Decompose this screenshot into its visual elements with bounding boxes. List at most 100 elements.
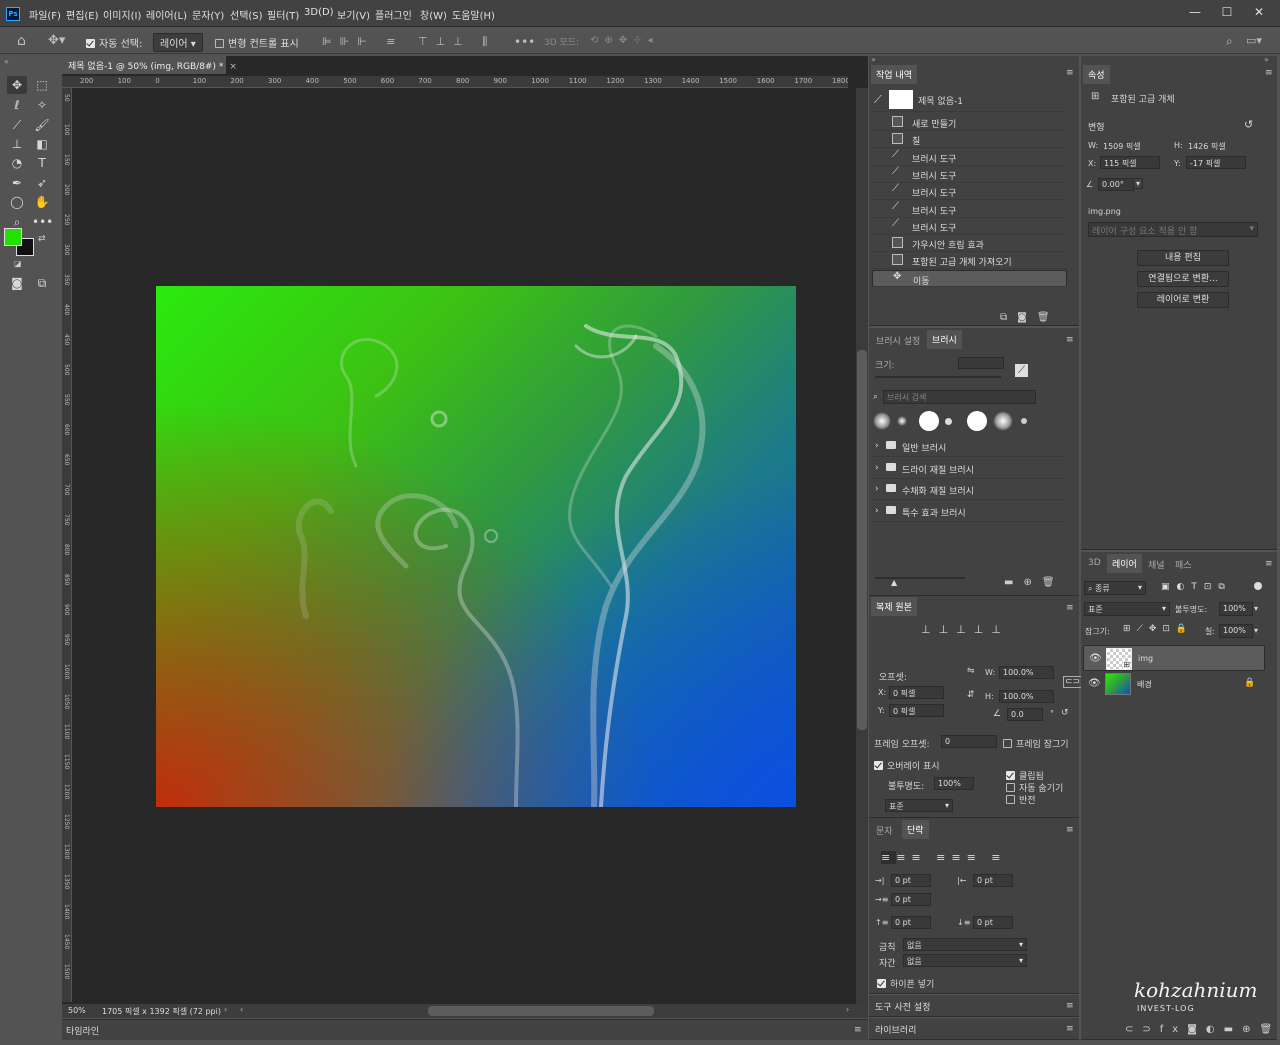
menu-help[interactable]: 도움말(H) xyxy=(452,7,495,22)
menu-type[interactable]: 문자(Y) xyxy=(192,7,224,22)
brush-settings-tab[interactable]: 브러시 설정 xyxy=(876,334,920,347)
stamp-tool-icon[interactable]: ⊥ xyxy=(7,135,27,153)
menu-file[interactable]: 파일(F) xyxy=(29,7,61,22)
pen-tool-icon[interactable]: ✒ xyxy=(7,174,27,192)
scroll-right-icon[interactable]: › xyxy=(846,1005,849,1014)
search-icon[interactable]: ⌕ xyxy=(1226,34,1233,49)
offset-y-field[interactable]: 0 픽셀 xyxy=(889,704,944,717)
auto-select-dropdown[interactable]: 레이어 ▾ xyxy=(153,33,203,52)
show-overlay-checkbox[interactable]: 오버레이 표시 xyxy=(874,759,940,772)
brush-presets-row[interactable] xyxy=(871,410,1035,434)
space-after-field[interactable]: 0 pt xyxy=(973,916,1013,929)
tool-presets-label[interactable]: 도구 사전 설정 xyxy=(875,1000,930,1013)
history-item[interactable]: ⟋ 브러시 도구 xyxy=(872,166,1067,183)
paragraph-align-icons[interactable]: ≡≡≡ ≡≡≡ ≡ xyxy=(881,851,1007,864)
rotation-field[interactable]: 0.00° xyxy=(1098,178,1134,191)
timeline-label[interactable]: 타임라인 xyxy=(66,1027,99,1037)
hyphenate-checkbox[interactable]: 하이픈 넣기 xyxy=(877,977,934,990)
brush-folder-item[interactable]: › 수채화 재질 브러시 xyxy=(872,479,1067,501)
brush-footer-icons[interactable]: ▬⊕🗑 xyxy=(1004,577,1065,588)
transform-controls-checkbox[interactable]: 변형 컨트롤 표시 xyxy=(215,35,299,50)
chevron-right-icon[interactable]: › xyxy=(875,506,879,516)
panel-expand-icon[interactable]: » xyxy=(1264,55,1269,64)
offset-x-field[interactable]: 0 픽셀 xyxy=(889,686,944,699)
collapse-toolbar-icon[interactable]: « xyxy=(4,57,9,66)
align-icons[interactable]: ⊫⊪⊩ ≡ xyxy=(322,35,403,48)
flip-horizontal-icon[interactable]: ⇋ xyxy=(967,666,975,676)
menu-edit[interactable]: 편집(E) xyxy=(66,7,99,22)
frame-offset-field[interactable]: 0 xyxy=(941,735,997,748)
lock-icons[interactable]: ⊞⟋✥⊡🔒 xyxy=(1123,624,1193,634)
more-tools-icon[interactable]: ••• xyxy=(32,213,53,231)
clone-height-field[interactable]: 100.0% xyxy=(999,690,1054,703)
scroll-left-icon[interactable]: ‹ xyxy=(240,1005,243,1014)
edit-contents-button[interactable]: 내용 편집 xyxy=(1137,250,1229,266)
layers-menu-icon[interactable]: ≡ xyxy=(1265,559,1273,569)
layer-row-img[interactable]: 👁 ⊞ img xyxy=(1083,645,1265,671)
tiny-brush-preset[interactable] xyxy=(1021,418,1027,424)
brush-menu-icon[interactable]: ≡ xyxy=(1066,335,1074,345)
menu-plugins[interactable]: 플러그인 xyxy=(375,7,412,22)
reset-transform-icon[interactable]: ↺ xyxy=(1061,708,1069,718)
properties-menu-icon[interactable]: ≡ xyxy=(1265,68,1273,78)
swap-colors-icon[interactable]: ⇄ xyxy=(38,234,46,244)
layer-opacity-field[interactable]: 100% xyxy=(1219,602,1253,616)
hard-brush-preset[interactable] xyxy=(919,411,939,431)
minimize-icon[interactable]: — xyxy=(1186,4,1204,20)
tool-presets-menu-icon[interactable]: ≡ xyxy=(1066,1001,1074,1011)
overlay-blend-dropdown[interactable]: 표준 ▾ xyxy=(885,799,953,812)
history-item[interactable]: ⟋ 브러시 도구 xyxy=(872,183,1067,201)
clone-angle-field[interactable]: 0.0 xyxy=(1007,708,1043,721)
maximize-icon[interactable]: ☐ xyxy=(1218,4,1236,20)
default-colors-icon[interactable]: ◪ xyxy=(14,259,22,268)
history-tab[interactable]: 작업 내역 xyxy=(871,65,917,84)
vertical-scroll-thumb[interactable] xyxy=(857,350,867,730)
brush-search-input[interactable]: 브러시 검색 xyxy=(883,390,1036,404)
brush-tool-icon[interactable]: 🖌 xyxy=(32,116,52,134)
more-options-icon[interactable]: ••• xyxy=(514,35,535,49)
chevron-right-icon[interactable]: › xyxy=(875,484,879,494)
layers-tab[interactable]: 레이어 xyxy=(1107,554,1142,573)
brush-preview-slider[interactable] xyxy=(875,577,965,579)
foreground-color-swatch[interactable] xyxy=(4,228,22,246)
overlay-opacity-field[interactable]: 100% xyxy=(934,777,974,790)
ellipse-tool-icon[interactable]: ◯ xyxy=(7,193,27,211)
slider-handle-icon[interactable]: ▲ xyxy=(891,578,897,587)
move-tool-icon[interactable]: ✥ xyxy=(7,76,27,94)
space-before-field[interactable]: 0 pt xyxy=(891,916,931,929)
x-field[interactable]: 115 픽셀 xyxy=(1100,156,1160,169)
status-menu-icon[interactable]: › xyxy=(224,1005,227,1014)
brush-folder-item[interactable]: › 일반 브러시 xyxy=(872,436,1067,457)
layer-comp-dropdown[interactable]: 레이어 구성 요소 적용 안 함 ▾ xyxy=(1088,222,1258,237)
canvas-image[interactable] xyxy=(156,286,796,807)
brush-size-field[interactable] xyxy=(958,357,1004,369)
panel-collapse-icon[interactable]: » xyxy=(871,55,876,64)
history-item[interactable]: ⟋ 브러시 도구 xyxy=(872,201,1067,218)
home-icon[interactable]: ⌂ xyxy=(17,33,26,49)
flip-vertical-icon[interactable]: ⇵ xyxy=(967,690,975,700)
brush-preview-icon[interactable]: ⟋ xyxy=(1015,364,1028,377)
hard-small-brush-preset[interactable] xyxy=(945,418,952,425)
brush-folder-item[interactable]: › 드라이 재질 브러시 xyxy=(872,458,1067,479)
eyedropper-tool-icon[interactable]: ⟋ xyxy=(7,116,27,134)
paths-tab[interactable]: 패스 xyxy=(1175,558,1192,571)
history-menu-icon[interactable]: ≡ xyxy=(1066,68,1074,78)
auto-select-checkbox[interactable]: 자동 선택: xyxy=(86,35,142,50)
timeline-menu-icon[interactable]: ≡ xyxy=(854,1025,862,1035)
history-brush-source-icon[interactable]: ⟋ xyxy=(874,93,882,107)
fill-field[interactable]: 100% xyxy=(1219,624,1253,638)
filter-toggle-icon[interactable] xyxy=(1254,582,1262,590)
brushes-tab[interactable]: 브러시 xyxy=(927,330,962,349)
history-snapshot[interactable]: ⟋ 제목 없음-1 xyxy=(872,88,1067,112)
opacity-dropdown-icon[interactable]: ▾ xyxy=(1254,604,1258,613)
indent-first-field[interactable]: 0 pt xyxy=(891,893,931,906)
hard-large-brush-preset[interactable] xyxy=(967,411,987,431)
link-icon[interactable]: ⊂⊃ xyxy=(1063,676,1083,688)
brush-folder-item[interactable]: › 특수 효과 브러시 xyxy=(872,501,1067,523)
frame-lock-checkbox[interactable]: 프레임 잠그기 xyxy=(1003,737,1069,750)
brush-size-slider[interactable] xyxy=(875,376,1001,378)
type-tool-icon[interactable]: T xyxy=(32,154,52,172)
properties-tab[interactable]: 속성 xyxy=(1083,65,1110,84)
menu-select[interactable]: 선택(S) xyxy=(230,7,263,22)
paragraph-menu-icon[interactable]: ≡ xyxy=(1066,825,1074,835)
